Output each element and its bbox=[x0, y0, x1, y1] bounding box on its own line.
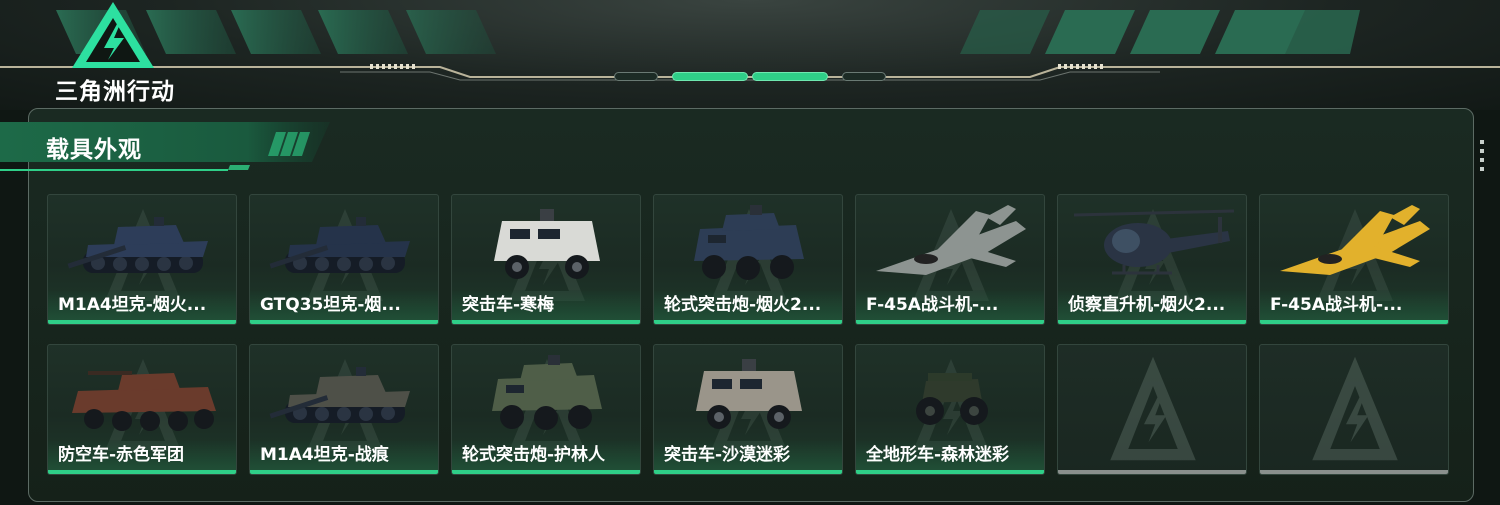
empty-skin-slot bbox=[1057, 344, 1247, 475]
aa-vehicle-icon bbox=[72, 371, 216, 431]
skin-card[interactable]: 侦察直升机-烟火2... bbox=[1057, 194, 1247, 325]
wheeled-assault-gun-icon bbox=[694, 205, 804, 280]
tank-icon bbox=[269, 367, 410, 423]
game-logo: 三角洲行动 bbox=[40, 0, 190, 105]
tank-icon bbox=[67, 217, 208, 273]
skin-grid: M1A4坦克-烟火... GTQ35坦克-烟... 突击车-寒梅 轮式突击炮-烟… bbox=[47, 194, 1451, 476]
skin-card-label: 防空车-赤色军团 bbox=[48, 440, 236, 470]
header-indicator-active-1 bbox=[672, 72, 748, 81]
delta-logo-watermark-icon bbox=[1312, 356, 1398, 461]
empty-skin-slot bbox=[1259, 344, 1449, 475]
delta-logo-watermark-icon bbox=[1110, 356, 1196, 461]
wheeled-assault-gun-icon bbox=[492, 355, 602, 430]
skin-card-label: 轮式突击炮-烟火2... bbox=[654, 290, 842, 320]
skin-card-label: M1A4坦克-战痕 bbox=[250, 440, 438, 470]
skin-card[interactable]: 防空车-赤色军团 bbox=[47, 344, 237, 475]
skin-card-label: F-45A战斗机-... bbox=[856, 290, 1044, 320]
header-indicator-left bbox=[614, 72, 658, 81]
skin-card[interactable]: M1A4坦克-战痕 bbox=[249, 344, 439, 475]
armored-car-icon bbox=[696, 359, 802, 429]
skin-card[interactable]: M1A4坦克-烟火... bbox=[47, 194, 237, 325]
skin-card-underline bbox=[1058, 470, 1246, 474]
skin-card-label: 突击车-沙漠迷彩 bbox=[654, 440, 842, 470]
skin-card[interactable]: GTQ35坦克-烟... bbox=[249, 194, 439, 325]
skin-card-label: GTQ35坦克-烟... bbox=[250, 290, 438, 320]
atv-icon bbox=[916, 373, 988, 425]
skin-card[interactable]: 全地形车-森林迷彩 bbox=[855, 344, 1045, 475]
skin-card[interactable]: 轮式突击炮-烟火2... bbox=[653, 194, 843, 325]
skin-card-underline bbox=[48, 320, 236, 324]
skin-card-label: M1A4坦克-烟火... bbox=[48, 290, 236, 320]
skin-card-underline bbox=[250, 470, 438, 474]
skin-card-underline bbox=[452, 320, 640, 324]
section-title: 载具外观 bbox=[46, 137, 142, 163]
header-frame-line bbox=[0, 64, 1500, 81]
panel-scroll-indicator[interactable] bbox=[1480, 140, 1486, 180]
fighter-jet-icon bbox=[1280, 205, 1430, 275]
skin-card-underline bbox=[856, 470, 1044, 474]
skin-card[interactable]: 轮式突击炮-护林人 bbox=[451, 344, 641, 475]
skin-card-underline bbox=[1260, 470, 1448, 474]
skin-card-underline bbox=[250, 320, 438, 324]
skin-card-underline bbox=[1260, 320, 1448, 324]
tank-icon bbox=[269, 217, 410, 273]
top-header: 三角洲行动 bbox=[0, 0, 1500, 110]
skin-card-underline bbox=[48, 470, 236, 474]
skin-card-underline bbox=[654, 470, 842, 474]
skin-card-label: 突击车-寒梅 bbox=[452, 290, 640, 320]
skin-card-underline bbox=[1058, 320, 1246, 324]
skin-card[interactable]: 突击车-沙漠迷彩 bbox=[653, 344, 843, 475]
delta-triangle-lightning-icon bbox=[72, 2, 154, 68]
skin-card-label: 全地形车-森林迷彩 bbox=[856, 440, 1044, 470]
header-stripes-right bbox=[960, 10, 1360, 54]
skin-card[interactable]: 突击车-寒梅 bbox=[451, 194, 641, 325]
helicopter-icon bbox=[1073, 209, 1235, 275]
skin-card-underline bbox=[654, 320, 842, 324]
header-indicator-active-2 bbox=[752, 72, 828, 81]
game-logo-text: 三角洲行动 bbox=[55, 79, 175, 105]
skin-card-label: 轮式突击炮-护林人 bbox=[452, 440, 640, 470]
fighter-jet-icon bbox=[876, 205, 1026, 275]
armored-car-icon bbox=[494, 209, 600, 279]
header-indicator-right bbox=[842, 72, 886, 81]
skin-card-label: 侦察直升机-烟火2... bbox=[1058, 290, 1246, 320]
skin-card-underline bbox=[856, 320, 1044, 324]
skin-card-label: F-45A战斗机-... bbox=[1260, 290, 1448, 320]
skin-card-underline bbox=[452, 470, 640, 474]
skin-card[interactable]: F-45A战斗机-... bbox=[1259, 194, 1449, 325]
skin-card[interactable]: F-45A战斗机-... bbox=[855, 194, 1045, 325]
